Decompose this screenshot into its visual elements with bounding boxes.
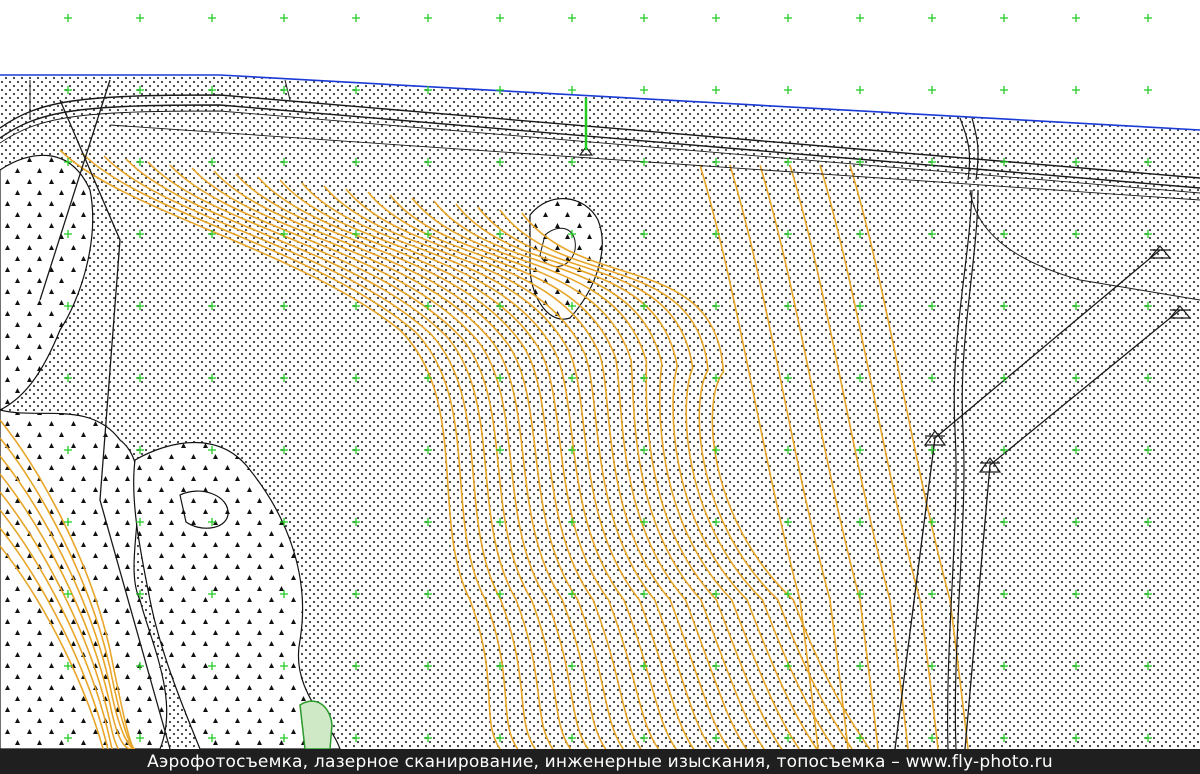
watermark-caption: Аэрофотосъемка, лазерное сканирование, и…	[147, 751, 1053, 772]
topographic-map	[0, 14, 1200, 774]
caption-bar: Аэрофотосъемка, лазерное сканирование, и…	[0, 749, 1200, 774]
